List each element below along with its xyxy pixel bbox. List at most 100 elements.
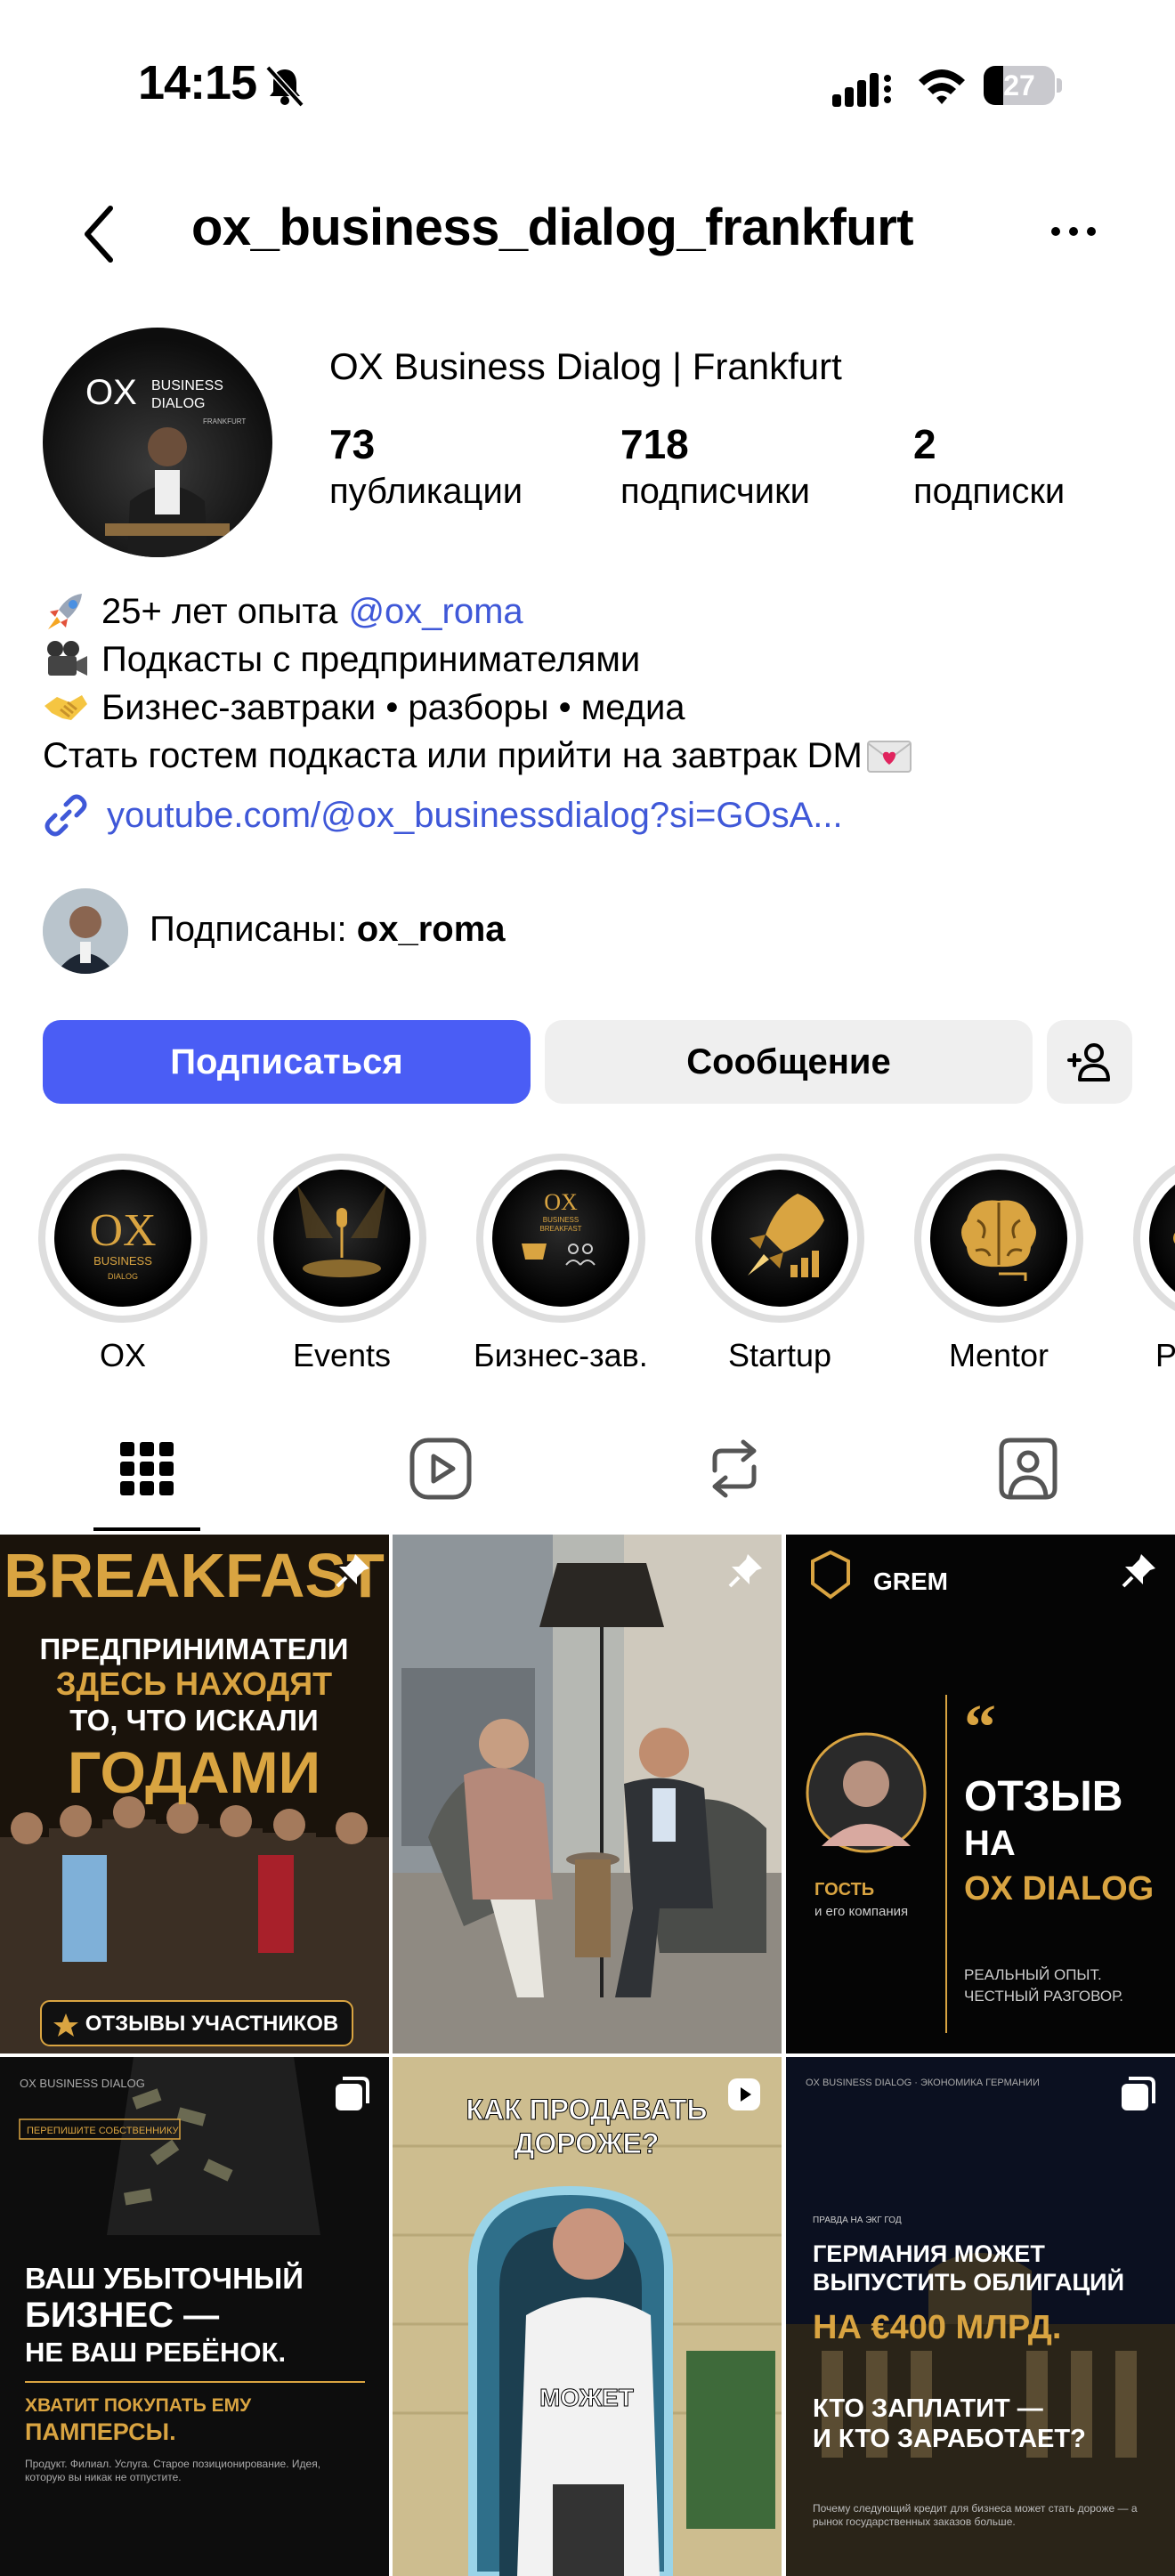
highlight-label: OX	[99, 1337, 146, 1373]
svg-text:“: “	[964, 1691, 996, 1762]
svg-text:ГОДАМИ: ГОДАМИ	[68, 1739, 320, 1805]
bio-line-3: Бизнес-завтраки • разборы • медиа	[101, 688, 685, 727]
highlight-breakfast[interactable]: OX BUSINESS BREAKFAST Бизнес-зав...	[474, 1154, 648, 1374]
microphone-stage-icon	[297, 1185, 386, 1277]
svg-text:OX: OX	[89, 1205, 156, 1256]
svg-text:ХВАТИТ ПОКУПАТЬ ЕМУ: ХВАТИТ ПОКУПАТЬ ЕМУ	[25, 2395, 252, 2416]
highlight-label: Mentor	[948, 1337, 1049, 1373]
reels-icon[interactable]	[407, 1435, 474, 1503]
stat-following-label: подписки	[913, 472, 1066, 511]
bell-muted-icon	[265, 65, 304, 108]
svg-text:BUSINESS: BUSINESS	[543, 1216, 579, 1224]
svg-text:НА: НА	[964, 1824, 1016, 1863]
highlight-mentor[interactable]: Mentor	[912, 1154, 1086, 1374]
wifi-icon	[919, 69, 965, 104]
brain-icon	[961, 1200, 1036, 1281]
tagged-person-icon[interactable]	[994, 1435, 1062, 1503]
cellular-signal-icon	[832, 73, 891, 107]
status-time: 14:15	[138, 56, 257, 109]
svg-text:DIALOG: DIALOG	[108, 1272, 138, 1281]
breakfast-icon: OX BUSINESS BREAKFAST	[522, 1189, 596, 1266]
profile-display-name: OX Business Dialog | Frankfurt	[329, 345, 842, 387]
svg-text:ОТЗЫВ: ОТЗЫВ	[964, 1773, 1122, 1820]
highlight-ox[interactable]: OX BUSINESS DIALOG OX	[36, 1154, 210, 1374]
svg-text:РЕАЛЬНЫЙ ОПЫТ.: РЕАЛЬНЫЙ ОПЫТ.	[964, 1966, 1102, 1983]
video-camera-emoji-icon	[47, 641, 87, 676]
svg-text:ПЕРЕПИШИТЕ СОБСТВЕННИКУ: ПЕРЕПИШИТЕ СОБСТВЕННИКУ	[27, 2126, 179, 2136]
svg-text:ВАШ УБЫТОЧНЫЙ: ВАШ УБЫТОЧНЫЙ	[25, 2261, 304, 2295]
stat-followers-label: подписчики	[620, 472, 810, 511]
svg-text:БИЗНЕС —: БИЗНЕС —	[25, 2296, 219, 2335]
svg-text:OX BUSINESS DIALOG: OX BUSINESS DIALOG	[20, 2077, 145, 2090]
grid-icon[interactable]	[113, 1435, 181, 1503]
follow-button[interactable]: Подписаться	[43, 1020, 531, 1104]
repost-icon[interactable]	[701, 1435, 768, 1503]
post-tile[interactable]	[393, 1535, 782, 2054]
svg-text:И КТО ЗАРАБОТАЕТ?: И КТО ЗАРАБОТАЕТ?	[813, 2425, 1086, 2453]
svg-text:ПРАВДА НА ЭКГ ГОД: ПРАВДА НА ЭКГ ГОД	[813, 2216, 902, 2225]
svg-text:ПАМПЕРСЫ.: ПАМПЕРСЫ.	[25, 2418, 176, 2445]
highlight-icon	[1173, 1233, 1175, 1243]
bio-mention-link[interactable]: @ox_roma	[348, 587, 523, 636]
pin-icon	[728, 1554, 762, 1588]
svg-text:МОЖЕТ: МОЖЕТ	[539, 2384, 634, 2411]
svg-text:ВЫПУСТИТЬ ОБЛИГАЦИЙ: ВЫПУСТИТЬ ОБЛИГАЦИЙ	[813, 2268, 1124, 2296]
pin-icon	[1122, 1554, 1155, 1588]
svg-text:ГЕРМАНИЯ МОЖЕТ: ГЕРМАНИЯ МОЖЕТ	[813, 2240, 1045, 2267]
svg-text:ОТЗЫВЫ УЧАСТНИКОВ: ОТЗЫВЫ УЧАСТНИКОВ	[85, 2012, 339, 2036]
post-tile[interactable]: GREM “ ОТЗЫВ НА OX DIALOG ГОСТЬ и его ко…	[786, 1535, 1175, 2054]
reel-caption-top: ДОРОЖЕ?	[515, 2127, 660, 2159]
link-icon	[45, 794, 87, 837]
stat-following[interactable]: 2 подписки	[913, 420, 1065, 512]
stat-followers[interactable]: 718 подписчики	[620, 420, 810, 512]
highlight-label: P	[1155, 1337, 1175, 1373]
avatar-brand-line2: DIALOG	[151, 396, 205, 411]
post-tile[interactable]: КАК ПРОДАВАТЬ ДОРОЖЕ? МОЖЕТ	[393, 2057, 782, 2576]
avatar-brand: OX	[85, 373, 137, 412]
svg-text:ПРЕДПРИНИМАТЕЛИ: ПРЕДПРИНИМАТЕЛИ	[40, 1632, 349, 1665]
followed-by-avatar[interactable]	[43, 888, 128, 974]
svg-text:ТО, ЧТО ИСКАЛИ: ТО, ЧТО ИСКАЛИ	[69, 1704, 319, 1737]
svg-text:ЧЕСТНЫЙ РАЗГОВОР.: ЧЕСТНЫЙ РАЗГОВОР.	[964, 1988, 1123, 2005]
followed-by-user: ox_roma	[356, 910, 506, 949]
stat-posts-label: публикации	[329, 472, 523, 511]
highlight-startup[interactable]: Startup	[693, 1154, 867, 1374]
suggest-people-button[interactable]	[1047, 1020, 1132, 1104]
stat-followers-value: 718	[620, 421, 689, 467]
post-title: BREAKFAST	[4, 1541, 385, 1610]
post-tile[interactable]: OX BUSINESS DIALOG ПЕРЕПИШИТЕ СОБСТВЕННИ…	[0, 2057, 389, 2576]
highlight-label: Events	[292, 1337, 392, 1373]
highlight-partial[interactable]: P	[1130, 1154, 1175, 1374]
stat-posts[interactable]: 73 публикации	[329, 420, 523, 512]
followed-by-text[interactable]: Подписаны: ox_roma	[150, 910, 506, 950]
post-tile[interactable]: OX BUSINESS DIALOG · ЭКОНОМИКА ГЕРМАНИИ …	[786, 2057, 1175, 2576]
svg-text:OX: OX	[544, 1189, 578, 1215]
ox-logo-icon: OX BUSINESS DIALOG	[89, 1205, 156, 1281]
stat-posts-value: 73	[329, 421, 376, 467]
profile-link-text[interactable]: youtube.com/@ox_businessdialog?si=GOsA..…	[107, 796, 843, 836]
post-image: BREAKFAST ПРЕДПРИНИМАТЕЛИ ЗДЕСЬ НАХОДЯТ …	[0, 1535, 389, 2054]
svg-text:НЕ ВАШ РЕБЁНОК.: НЕ ВАШ РЕБЁНОК.	[25, 2337, 286, 2368]
carousel-icon	[336, 2077, 369, 2110]
message-button[interactable]: Сообщение	[545, 1020, 1033, 1104]
post-image: GREM “ ОТЗЫВ НА OX DIALOG ГОСТЬ и его ко…	[786, 1535, 1175, 2054]
post-image: OX BUSINESS DIALOG · ЭКОНОМИКА ГЕРМАНИИ …	[786, 2057, 1175, 2576]
profile-link[interactable]: youtube.com/@ox_businessdialog?si=GOsA..…	[43, 792, 843, 838]
profile-avatar[interactable]: OX BUSINESS DIALOG FRANKFURT	[43, 328, 272, 557]
post-image: КАК ПРОДАВАТЬ ДОРОЖЕ? МОЖЕТ	[393, 2057, 782, 2576]
pin-icon	[336, 1554, 369, 1588]
svg-text:и его компания: и его компания	[814, 1904, 908, 1919]
post-tile[interactable]: BREAKFAST ПРЕДПРИНИМАТЕЛИ ЗДЕСЬ НАХОДЯТ …	[0, 1535, 389, 2054]
svg-text:OX DIALOG: OX DIALOG	[964, 1870, 1154, 1908]
bio-line-2: Подкасты с предпринимателями	[101, 640, 641, 679]
highlight-label: Startup	[727, 1337, 832, 1373]
post-image	[393, 1535, 782, 2054]
reel-icon	[728, 2078, 760, 2110]
love-letter-emoji-icon	[866, 741, 912, 773]
followed-by-prefix: Подписаны:	[150, 910, 347, 949]
svg-text:BREAKFAST: BREAKFAST	[539, 1225, 581, 1233]
more-options-icon[interactable]	[1050, 218, 1097, 245]
highlight-events[interactable]: Events	[255, 1154, 429, 1374]
back-chevron-icon[interactable]	[78, 203, 123, 265]
battery-indicator: 27	[984, 66, 1064, 105]
